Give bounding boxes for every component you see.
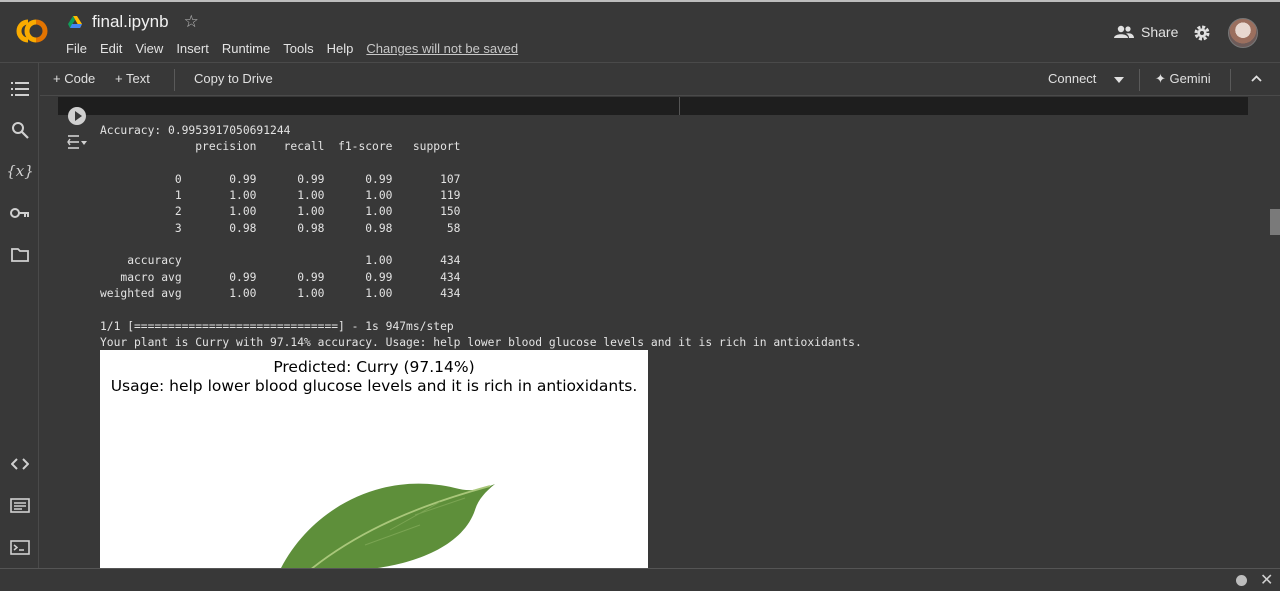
output-figure: Predicted: Curry (97.14%) Usage: help lo… (100, 350, 648, 568)
menu-help[interactable]: Help (327, 41, 354, 56)
status-dot-icon[interactable] (1236, 575, 1247, 586)
status-bar: ✕ (0, 568, 1280, 591)
toolbar-divider (1139, 69, 1140, 91)
chevron-up-icon[interactable] (1251, 75, 1262, 82)
menu-view[interactable]: View (135, 41, 163, 56)
code-cell-editor[interactable] (58, 97, 1248, 115)
avatar[interactable] (1228, 18, 1258, 48)
key-icon[interactable] (9, 202, 31, 224)
menu-edit[interactable]: Edit (100, 41, 122, 56)
menu-file[interactable]: File (66, 41, 87, 56)
colab-logo[interactable] (12, 16, 52, 46)
left-sidebar: {x} (0, 63, 39, 568)
chevron-down-icon[interactable] (1114, 77, 1124, 83)
toolbar-divider (174, 69, 175, 91)
menu-tools[interactable]: Tools (283, 41, 313, 56)
add-code-button[interactable]: + Code (53, 71, 95, 86)
output-actions-icon[interactable] (67, 134, 87, 150)
toolbar-divider (1230, 69, 1231, 91)
menu-insert[interactable]: Insert (176, 41, 209, 56)
figure-title-line1: Predicted: Curry (97.14%) (273, 358, 475, 376)
drive-icon[interactable] (68, 15, 82, 29)
code-snippets-icon[interactable] (9, 453, 31, 475)
add-text-button[interactable]: + Text (115, 71, 150, 86)
notebook-toolbar: + Code + Text Copy to Drive Connect ✦ Ge… (40, 63, 1280, 96)
share-label: Share (1141, 24, 1179, 40)
close-icon[interactable]: ✕ (1260, 570, 1273, 590)
search-icon[interactable] (9, 119, 31, 141)
terminal-icon[interactable] (9, 536, 31, 558)
connect-button[interactable]: Connect (1048, 71, 1096, 86)
cell-output-text: Accuracy: 0.9953917050691244 precision r… (100, 124, 862, 349)
leaf-image (281, 483, 495, 568)
top-bar: final.ipynb ☆ File Edit View Insert Runt… (0, 0, 1280, 63)
people-icon (1114, 25, 1134, 38)
run-cell-button[interactable] (68, 107, 86, 125)
star-icon[interactable]: ☆ (184, 12, 199, 32)
notebook-title[interactable]: final.ipynb (92, 12, 169, 32)
gear-icon[interactable] (1193, 24, 1211, 42)
toc-icon[interactable] (9, 78, 31, 100)
scrollbar-thumb[interactable] (1270, 209, 1280, 235)
variables-icon[interactable]: {x} (6, 160, 34, 182)
copy-to-drive-button[interactable]: Copy to Drive (194, 71, 273, 86)
folder-icon[interactable] (9, 243, 31, 265)
gemini-button[interactable]: ✦ Gemini (1155, 71, 1211, 87)
notebook-content: Accuracy: 0.9953917050691244 precision r… (40, 97, 1268, 568)
share-button[interactable]: Share (1114, 24, 1178, 40)
menu-bar: File Edit View Insert Runtime Tools Help… (66, 41, 531, 56)
command-palette-icon[interactable] (9, 494, 31, 516)
unsaved-changes-link[interactable]: Changes will not be saved (366, 41, 518, 56)
menu-runtime[interactable]: Runtime (222, 41, 270, 56)
figure-title-line2: Usage: help lower blood glucose levels a… (110, 377, 638, 395)
